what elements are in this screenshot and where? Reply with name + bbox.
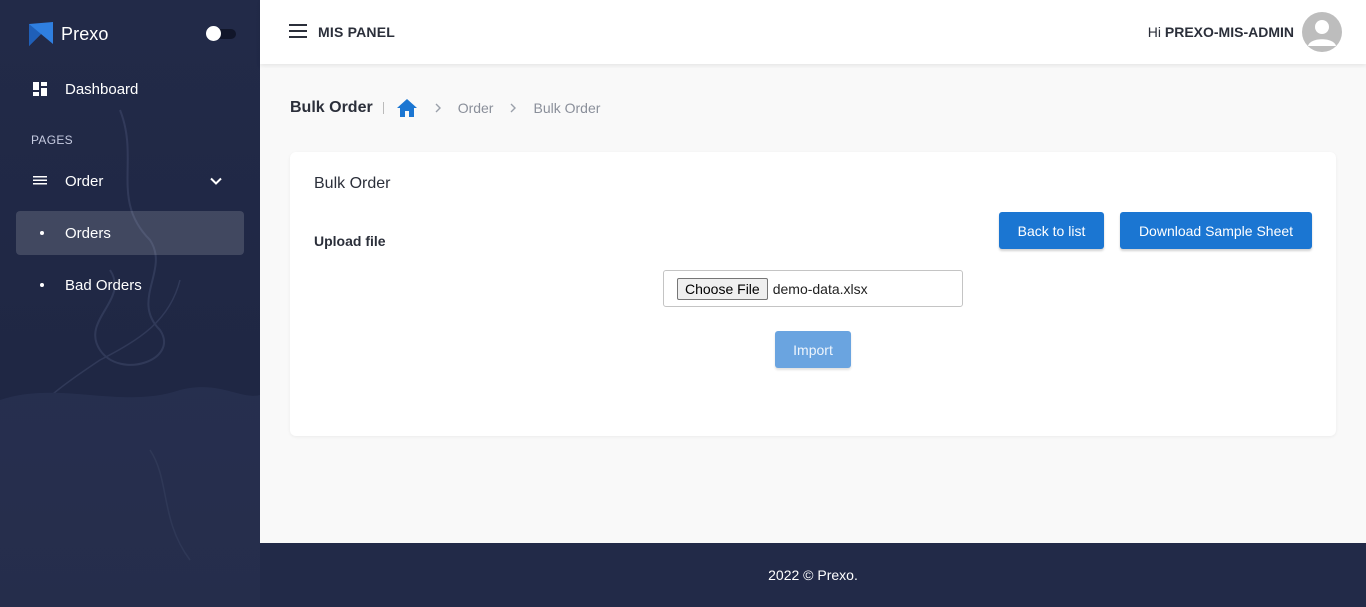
chevron-down-icon [210, 177, 222, 185]
avatar[interactable] [1302, 12, 1342, 52]
greeting-prefix: Hi [1147, 24, 1161, 40]
bullet-icon [40, 283, 44, 287]
sidebar-item-dashboard[interactable]: Dashboard [16, 67, 244, 111]
bulk-order-card: Bulk Order Upload file Back to list Down… [290, 152, 1336, 436]
file-upload-input[interactable]: Choose File demo-data.xlsx [663, 270, 963, 307]
sidebar: Prexo Dashboard PAGES Order Orders Bad O… [0, 0, 260, 607]
breadcrumb: Bulk Order Order Bulk Order [290, 96, 600, 120]
username: PREXO-MIS-ADMIN [1164, 24, 1294, 40]
toggle-knob [206, 26, 221, 41]
upload-file-label: Upload file [314, 233, 386, 249]
hamburger-menu-icon[interactable] [289, 24, 307, 38]
card-title: Bulk Order [314, 175, 391, 192]
sidebar-item-order[interactable]: Order [16, 159, 244, 203]
home-icon[interactable] [396, 98, 418, 118]
sidebar-item-label: Dashboard [65, 80, 139, 98]
panel-title: MIS PANEL [318, 24, 395, 40]
selected-file-name: demo-data.xlsx [772, 280, 868, 297]
back-to-list-button[interactable]: Back to list [999, 212, 1104, 249]
sidebar-item-bad-orders[interactable]: Bad Orders [16, 263, 244, 307]
footer: 2022 © Prexo. [260, 543, 1366, 607]
import-button[interactable]: Import [775, 331, 851, 368]
prexo-logo-icon [29, 22, 53, 46]
sidebar-section-label: PAGES [31, 133, 73, 147]
chevron-right-icon [507, 102, 519, 114]
page-title: Bulk Order [290, 99, 373, 116]
topbar: MIS PANEL Hi PREXO-MIS-ADMIN [260, 0, 1366, 64]
brand-name: Prexo [61, 23, 109, 44]
breadcrumb-item-bulk-order: Bulk Order [533, 100, 601, 116]
sidebar-item-orders[interactable]: Orders [16, 211, 244, 255]
sidebar-item-label: Bad Orders [65, 276, 142, 294]
user-greeting: Hi PREXO-MIS-ADMIN [1148, 24, 1294, 40]
dashboard-icon [32, 81, 48, 97]
theme-toggle[interactable] [204, 26, 236, 41]
choose-file-button[interactable]: Choose File [677, 277, 768, 300]
download-sample-sheet-button[interactable]: Download Sample Sheet [1120, 212, 1312, 249]
footer-copyright: 2022 © Prexo. [768, 567, 858, 583]
bullet-icon [40, 231, 44, 235]
sidebar-item-label: Order [65, 172, 104, 190]
user-avatar-icon [1308, 20, 1336, 46]
brand[interactable]: Prexo [29, 22, 109, 46]
breadcrumb-item-order[interactable]: Order [458, 100, 494, 116]
breadcrumb-divider [382, 102, 384, 114]
list-icon [32, 173, 48, 189]
sidebar-item-label: Orders [65, 224, 111, 242]
chevron-right-icon [432, 102, 444, 114]
